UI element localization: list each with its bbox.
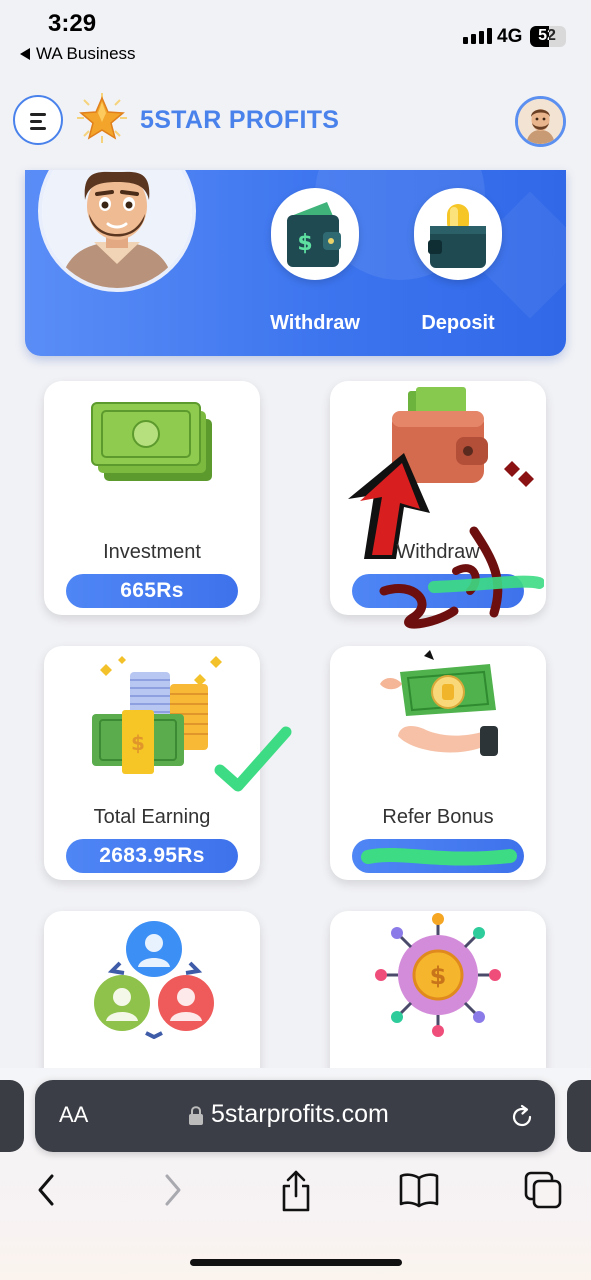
home-indicator xyxy=(190,1259,402,1266)
wallet-dollar-icon: $ xyxy=(287,202,341,267)
header-avatar-button[interactable] xyxy=(515,96,566,147)
battery-percent: 52 xyxy=(538,27,556,44)
url-text: 5starprofits.com xyxy=(211,1100,389,1128)
hero-banner: $ Withdraw Deposit xyxy=(25,170,566,356)
lock-icon xyxy=(189,1106,203,1125)
next-tab-peek[interactable] xyxy=(567,1080,591,1152)
withdraw-card[interactable]: Withdraw xyxy=(330,381,546,629)
share-icon[interactable] xyxy=(279,1170,313,1212)
menu-button[interactable] xyxy=(13,95,63,145)
coins-cash-icon: $ xyxy=(92,656,222,774)
reload-icon[interactable] xyxy=(509,1104,535,1130)
card-value-pill: 2683.95Rs xyxy=(66,839,238,873)
tabs-icon[interactable] xyxy=(523,1170,563,1210)
deposit-action-label[interactable]: Deposit xyxy=(388,312,528,335)
svg-text:$: $ xyxy=(297,231,312,256)
forward-chevron-icon[interactable] xyxy=(161,1170,185,1210)
diamond-scribble-icon xyxy=(504,461,534,487)
menu-icon xyxy=(30,113,46,116)
investment-card[interactable]: Investment 665Rs xyxy=(44,381,260,615)
redaction-scribble xyxy=(361,847,517,866)
profile-avatar-icon xyxy=(42,170,192,288)
team-network-icon xyxy=(94,921,214,1039)
handwritten-scribble xyxy=(379,526,544,629)
card-label: Investment xyxy=(103,541,201,563)
card-label: Total Earning xyxy=(93,806,211,828)
star-logo-icon xyxy=(77,93,127,143)
refer-bonus-card[interactable]: Refer Bonus xyxy=(330,646,546,880)
bookmarks-icon[interactable] xyxy=(398,1170,440,1210)
previous-tab-peek[interactable] xyxy=(0,1080,24,1152)
status-time: 3:29 xyxy=(48,10,97,37)
brand-title: 5STAR PROFITS xyxy=(140,106,340,134)
back-app-label: WA Business xyxy=(36,44,136,63)
svg-text:$: $ xyxy=(430,962,447,990)
deposit-action-button[interactable] xyxy=(414,188,502,280)
card-label: Refer Bonus xyxy=(382,806,494,828)
reader-settings-button[interactable]: AA xyxy=(59,1102,88,1128)
dollar-network-icon: $ xyxy=(375,913,501,1037)
back-triangle-icon xyxy=(20,48,30,60)
address-bar[interactable]: AA 5starprofits.com xyxy=(35,1080,555,1152)
svg-text:$: $ xyxy=(131,731,145,755)
withdraw-action-label[interactable]: Withdraw xyxy=(245,312,385,335)
battery-icon: 52 xyxy=(530,26,566,47)
user-avatar-icon xyxy=(518,99,563,144)
coin-wallet-icon xyxy=(428,204,486,268)
withdraw-action-button[interactable]: $ xyxy=(271,188,359,280)
status-bar: 3:29 WA Business 4G 52 xyxy=(0,0,591,70)
cash-stack-icon xyxy=(91,402,212,481)
back-to-app-link[interactable]: WA Business xyxy=(20,44,136,64)
network-type: 4G xyxy=(497,26,523,47)
card-value-pill: 665Rs xyxy=(66,574,238,608)
cellular-signal-icon xyxy=(463,28,492,44)
profile-avatar xyxy=(38,170,196,292)
total-earning-card[interactable]: $ Total Earning 2683.95Rs xyxy=(44,646,292,880)
back-chevron-icon[interactable] xyxy=(34,1170,58,1210)
checkmark-scribble xyxy=(214,726,292,792)
hand-money-icon xyxy=(380,650,498,756)
